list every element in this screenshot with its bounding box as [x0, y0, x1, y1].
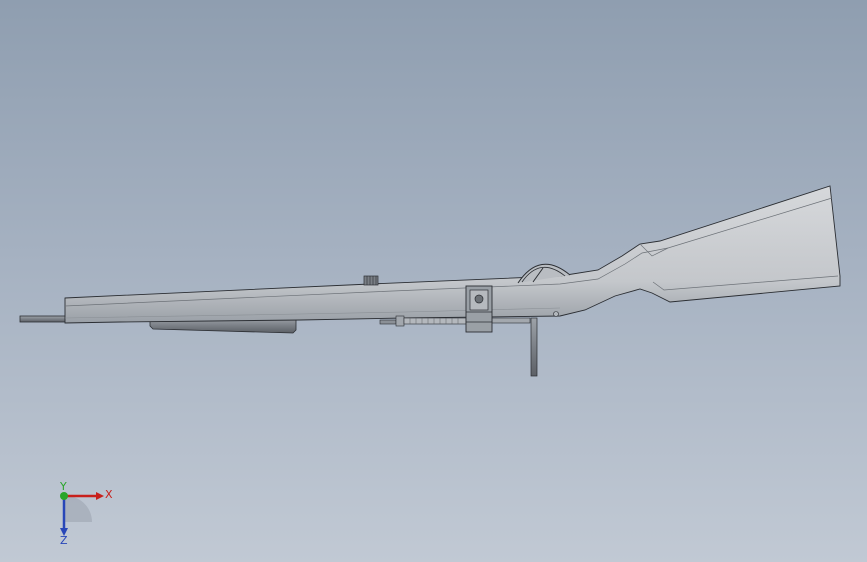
x-axis-label: X: [105, 488, 113, 501]
stock-body[interactable]: [64, 185, 841, 324]
rifle-model[interactable]: [0, 0, 867, 562]
x-axis-arrowhead: [96, 492, 104, 500]
y-axis-label: Y: [59, 482, 67, 493]
coordinate-triad: X Y Z: [59, 482, 113, 544]
graphics-viewport[interactable]: X Y Z: [0, 0, 867, 562]
rear-sight-block[interactable]: [363, 275, 379, 286]
y-axis-dot: [60, 492, 68, 500]
trigger-rod[interactable]: [530, 317, 538, 377]
z-axis-label: Z: [60, 534, 68, 544]
pin[interactable]: [553, 311, 559, 317]
triad-plane-shade: [64, 495, 93, 522]
receiver-clamp[interactable]: [465, 285, 493, 333]
